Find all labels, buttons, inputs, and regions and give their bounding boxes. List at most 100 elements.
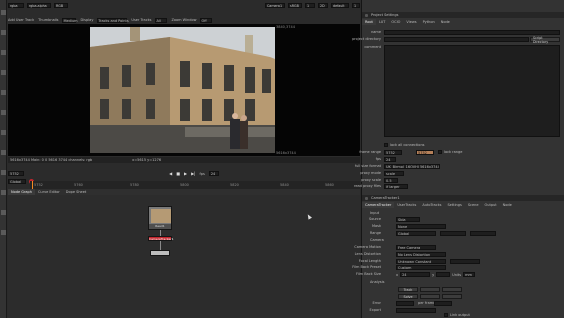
mask-select[interactable]: None	[396, 224, 446, 229]
focal-length-value[interactable]	[450, 259, 480, 264]
script-directory-button[interactable]: Script Directory	[530, 36, 560, 44]
other-tool-icon[interactable]	[1, 230, 6, 235]
display-select[interactable]: Tracks and Points	[97, 17, 129, 23]
tick-label: 5800	[180, 183, 189, 187]
fps-setting-field[interactable]: 24	[384, 157, 396, 162]
read-node[interactable]: Read1	[148, 206, 172, 230]
proxy-mode-select[interactable]: scale	[384, 171, 404, 176]
track-button[interactable]: Track	[398, 287, 418, 292]
gamma-field[interactable]: 1	[352, 2, 360, 8]
export-select[interactable]	[396, 308, 436, 313]
frame-range-end[interactable]: 5752	[416, 150, 434, 155]
read-tool-icon[interactable]	[1, 10, 6, 15]
tab-python[interactable]: Python	[420, 19, 438, 25]
name-field[interactable]	[384, 30, 560, 35]
channel-tool-icon[interactable]	[1, 70, 6, 75]
camera-section-header: Camera	[370, 238, 384, 242]
fps-field[interactable]: 24	[208, 171, 219, 176]
per-frame-field[interactable]	[434, 301, 452, 306]
tab-root[interactable]: Root	[362, 19, 376, 25]
error-field[interactable]	[396, 301, 414, 306]
tab-scene[interactable]: Scene	[465, 202, 482, 208]
collapse-icon[interactable]	[365, 13, 368, 17]
tab-output[interactable]: Output	[481, 202, 499, 208]
camera-tracker-node[interactable]: CameraTracker1	[148, 236, 174, 241]
track-option-button[interactable]	[420, 287, 440, 292]
layer-select[interactable]: rgba.alpha	[27, 2, 51, 8]
draw-tool-icon[interactable]	[1, 30, 6, 35]
film-back-x-field[interactable]: 24	[400, 272, 431, 277]
proxy-scale-field[interactable]: 0.5	[384, 178, 398, 183]
viewer-tracker-bar: Add User Track Thumbnails Medium Display…	[8, 17, 360, 23]
play-forward-icon[interactable]: ▶	[184, 171, 187, 176]
display-channel-select[interactable]: RGB	[54, 2, 68, 8]
project-settings-header: Project Settings	[362, 12, 564, 18]
source-select[interactable]: Sbla	[396, 217, 420, 222]
solve-button[interactable]: Solve	[398, 294, 418, 299]
next-frame-icon[interactable]: ▶|	[191, 171, 195, 176]
range-select[interactable]: Global	[396, 231, 436, 236]
gain-field[interactable]: 1	[305, 2, 315, 8]
units-label: Units	[452, 272, 462, 277]
tab-views[interactable]: Views	[403, 19, 419, 25]
timeline-ruler[interactable]: 5752 5760 5780 5800 5820 5840 5860	[30, 181, 360, 189]
ratio-select[interactable]: 2D	[318, 2, 328, 8]
stop-icon[interactable]: ■	[176, 171, 180, 176]
tab-node[interactable]: Node	[438, 19, 453, 25]
camera-motion-select[interactable]: Free Camera	[396, 245, 436, 250]
comment-field[interactable]	[384, 45, 560, 137]
lock-connections-checkbox[interactable]	[384, 143, 388, 147]
lens-distortion-select[interactable]: No Lens Distortion	[396, 252, 446, 257]
lock-range-checkbox[interactable]	[438, 150, 442, 154]
tab-autotracks[interactable]: AutoTracks	[419, 202, 444, 208]
track-option-button[interactable]	[442, 287, 462, 292]
link-output-checkbox[interactable]	[444, 313, 448, 317]
solve-option-button[interactable]	[420, 294, 440, 299]
solve-option-button[interactable]	[442, 294, 462, 299]
read-proxy-select[interactable]: if larger	[384, 184, 408, 189]
time-tool-icon[interactable]	[1, 50, 6, 55]
timeline-mode-select[interactable]: Global	[8, 178, 26, 184]
film-back-y-field[interactable]	[436, 272, 451, 277]
focal-length-select[interactable]: Unknown Constant	[396, 259, 446, 264]
tab-ocio[interactable]: OCIO	[388, 19, 403, 25]
viewer-node[interactable]	[150, 250, 170, 256]
units-select[interactable]: mm	[463, 272, 476, 277]
color-tool-icon[interactable]	[1, 90, 6, 95]
play-backward-icon[interactable]: ◀	[169, 171, 172, 176]
frame-range-start[interactable]: 5752	[384, 150, 402, 155]
range-start-field[interactable]	[440, 231, 466, 236]
filter-tool-icon[interactable]	[1, 110, 6, 115]
tick-label: 5760	[74, 183, 83, 187]
user-tracks-select[interactable]: All	[155, 17, 168, 23]
transform-tool-icon[interactable]	[1, 170, 6, 175]
current-frame-field[interactable]: 5752	[8, 171, 24, 176]
export-label: Export	[369, 308, 381, 312]
film-back-preset-select[interactable]: Custom	[396, 265, 446, 270]
lock-connections-label: lock all connections	[390, 143, 425, 147]
tab-lut[interactable]: LUT	[376, 19, 388, 25]
merge-tool-icon[interactable]	[1, 150, 6, 155]
view-select[interactable]: default	[331, 2, 349, 8]
channel-select[interactable]: rgba	[8, 2, 24, 8]
tab-usertracks[interactable]: UserTracks	[394, 202, 419, 208]
tab-cameratracker[interactable]: CameraTracker	[362, 202, 395, 208]
collapse-icon[interactable]	[365, 196, 368, 200]
3d-tool-icon[interactable]	[1, 190, 6, 195]
project-directory-field[interactable]	[384, 37, 529, 42]
viewer-info-bar: 5616x3744 Main: 0 0 5616 3744 channels: …	[8, 157, 360, 163]
keyer-tool-icon[interactable]	[1, 130, 6, 135]
range-end-field[interactable]	[470, 231, 496, 236]
lock-range-label: lock range	[444, 150, 463, 154]
playhead[interactable]	[32, 181, 33, 189]
add-user-track-button[interactable]: Add User Track	[8, 18, 34, 22]
tab-settings[interactable]: Settings	[444, 202, 464, 208]
tab-node-ct[interactable]: Node	[500, 202, 515, 208]
full-size-format-select[interactable]: UK_Birmol_16OVHI 5616x3744 2048x1556	[384, 164, 440, 169]
zoom-window-select[interactable]: Off	[200, 17, 213, 23]
camera-select[interactable]: Camera1	[265, 2, 285, 8]
thumbnails-select[interactable]: Medium	[62, 17, 77, 23]
camera-tracker-tabs: CameraTracker UserTracks AutoTracks Sett…	[362, 202, 564, 208]
lut-select[interactable]: sRGB	[288, 2, 302, 8]
views-tool-icon[interactable]	[1, 210, 6, 215]
